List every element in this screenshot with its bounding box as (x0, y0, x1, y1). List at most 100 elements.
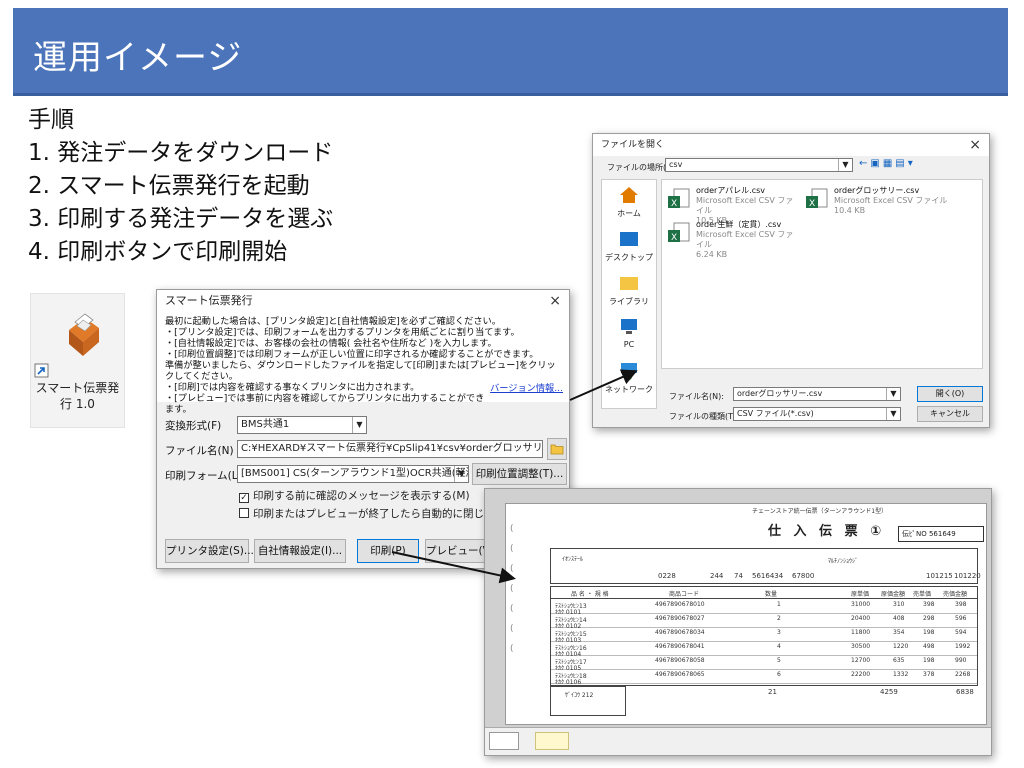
slip-row: ﾃｽﾄｼｮｳﾋﾝ16 4967890678041 4 30500 1220 498 1992… (551, 642, 977, 658)
auto-close-checkbox[interactable]: 印刷またはプレビューが終了したら自動的に閉じる(U) (239, 506, 510, 521)
preview-button[interactable]: プレビュー(V) (425, 539, 494, 563)
chevron-down-icon: ▼ (838, 159, 852, 171)
chevron-down-icon: ▼ (454, 466, 468, 482)
desktop-icon (620, 232, 638, 246)
place-library[interactable]: ライブラリ (602, 274, 656, 307)
place-desktop[interactable]: デスクトップ (602, 230, 656, 263)
notice-line: 準備が整いましたら、ダウンロードしたファイルを指定して[印刷]または[プレビュー… (165, 360, 556, 382)
file-list: X orderアパレル.csv Microsoft Excel CSV ファイル… (661, 179, 983, 369)
slip-cell-qty: 2 (777, 615, 781, 622)
notice-line: ・[プリンタ設定]では、印刷フォームを出力するプリンタを用紙ごとに割り当てます。 (165, 327, 520, 338)
slip-cell-unit: 11800 (851, 629, 871, 636)
place-pc[interactable]: PC (602, 318, 656, 349)
step-item: 4. 印刷ボタンで印刷開始 (28, 239, 288, 265)
slip-cell-code: 4967890678027 (655, 615, 705, 622)
slip-cell-price: 198 (923, 629, 935, 636)
slip-table-head: 品 名 ・ 規 格 商品コード 数量 原単価 原価金額 売単価 売価金額 (551, 587, 977, 599)
notice-line: 最初に起動した場合は、[プリンタ設定]と[自社情報設定]を必ずご確認ください。 (165, 316, 501, 327)
close-icon[interactable]: × (969, 134, 981, 156)
step-item: 3. 印刷する発注データを選ぶ (28, 206, 334, 232)
checkmark-icon: ✓ (239, 493, 249, 503)
confirm-message-checkbox[interactable]: ✓ 印刷する前に確認のメッセージを表示する(M) (239, 488, 470, 503)
slip-cell-price: 298 (923, 615, 935, 622)
total-amount: 6838 (956, 688, 974, 696)
slip-row: ﾃｽﾄｼｮｳﾋﾝ15 4967890678034 3 11800 354 198 594 ｷｶ… (551, 628, 977, 644)
slip-paper: チェーンストア統一伝票（ターンアラウンド1型） 仕 入 伝 票 ① 伝ﾋﾟNO … (505, 503, 987, 725)
printer-settings-button[interactable]: プリンタ設定(S)... (165, 539, 254, 563)
place-label: ネットワーク (605, 385, 653, 394)
slip-cell-qty: 6 (777, 671, 781, 678)
place-label: PC (623, 340, 635, 349)
date-2: 101220 (954, 572, 981, 580)
slip-cell-code: 4967890678010 (655, 601, 705, 608)
slip-cell-amount: 596 (955, 615, 967, 622)
filetype-select[interactable]: CSV ファイル(*.csv) ▼ (733, 407, 901, 421)
filename-value: C:¥HEXARD¥スマート伝票発行¥CpSlip41¥csv¥orderグロッ… (241, 443, 543, 454)
notice-line: ・[自社情報設定]では、お客様の会社の情報( 会社名や住所など )を入力します。 (165, 338, 497, 349)
file-dialog-titlebar: ファイルを開く × (593, 134, 989, 156)
excel-csv-icon: X (806, 188, 828, 209)
file-type: Microsoft Excel CSV ファイル (696, 196, 794, 215)
slip-cell-code: 4967890678058 (655, 657, 705, 664)
place-home[interactable]: ホーム (602, 186, 656, 219)
chevron-down-icon: ▼ (886, 388, 900, 400)
nav-toolbar[interactable]: ←▣▦▤▾ (859, 158, 916, 169)
slip-title: 仕 入 伝 票 ① (768, 524, 886, 539)
code-3: 74 (734, 572, 743, 580)
filename-input[interactable]: C:¥HEXARD¥スマート伝票発行¥CpSlip41¥csv¥orderグロッ… (237, 440, 543, 458)
library-icon (620, 277, 638, 290)
slip-cell-qty: 1 (777, 601, 781, 608)
slip-cell-qty: 3 (777, 629, 781, 636)
code-5: 67800 (792, 572, 815, 580)
cancel-button[interactable]: キャンセル (917, 406, 983, 422)
zoom-field[interactable] (535, 732, 569, 750)
place-network[interactable]: ネットワーク (602, 362, 656, 395)
print-form-select[interactable]: [BMS001] CS(ターンアラウンド1型)OCR共通(軽減税 ▼ (237, 465, 469, 483)
file-open-dialog: ファイルを開く × ファイルの場所(I): csv ▼ ←▣▦▤▾ ホーム デス… (592, 133, 990, 428)
dialog-title: スマート伝票発行 (165, 294, 253, 307)
file-item[interactable]: X order生鮮（定貫）.csv Microsoft Excel CSV ファ… (666, 220, 796, 260)
file-name: orderアパレル.csv (696, 186, 766, 195)
notice-line: ・[印刷位置調整]では印刷フォームが正しい位置に印字されるか確認することができま… (165, 349, 539, 360)
slide-title: 運用イメージ (33, 38, 243, 78)
chevron-down-icon: ▼ (886, 408, 900, 420)
company-info-button[interactable]: 自社情報設定(I)... (254, 539, 346, 563)
svg-text:X: X (809, 199, 815, 209)
slip-cell-amount: 1992 (955, 643, 971, 650)
location-select[interactable]: csv ▼ (665, 158, 853, 172)
supplier-name: ﾏﾙﾁﾉﾝｼｮｳｼﾞ (828, 558, 859, 565)
browse-folder-button[interactable] (547, 438, 567, 460)
close-icon[interactable]: × (549, 290, 561, 312)
format-value: BMS共通1 (241, 419, 290, 430)
desktop-app-label: スマート伝票発 行 1.0 (31, 380, 124, 412)
file-item[interactable]: X orderグロッサリー.csv Microsoft Excel CSV ファ… (804, 186, 974, 216)
print-button[interactable]: 印刷(P) (357, 539, 419, 563)
slip-col-header: 売価金額 (943, 591, 968, 598)
slip-footer-box: ｻﾞｲｺｳ 212 (550, 686, 626, 716)
confirm-message-label: 印刷する前に確認のメッセージを表示する(M) (253, 490, 470, 502)
file-size: 6.24 KB (696, 250, 728, 259)
print-position-button[interactable]: 印刷位置調整(T)... (472, 463, 567, 485)
steps-list: 手順 1. 発注データをダウンロード 2. スマート伝票発行を起動 3. 印刷す… (28, 104, 333, 269)
filetype-value: CSV ファイル(*.csv) (737, 409, 814, 418)
file-type: Microsoft Excel CSV ファイル (834, 196, 948, 205)
format-label: 変換形式(F) (165, 420, 222, 432)
slip-cell-code: 4967890678034 (655, 629, 705, 636)
open-button[interactable]: 開く(O) (917, 386, 983, 402)
filename-label: ファイル名(N): (669, 392, 724, 401)
slip-row: ﾃｽﾄｼｮｳﾋﾝ13 4967890678010 1 31000 310 398 398 ｷｶ… (551, 600, 977, 616)
notice-line: ・[プレビュー]では事前に内容を確認してからプリンタに出力することができます。 (165, 393, 485, 415)
slide-header: 運用イメージ (13, 8, 1008, 96)
desktop-app-icon[interactable]: スマート伝票発 行 1.0 (30, 293, 125, 428)
slip-cell-code: 4967890678041 (655, 643, 705, 650)
file-size: 10.4 KB (834, 206, 866, 215)
slip-preview-window: チェーンストア統一伝票（ターンアラウンド1型） 仕 入 伝 票 ① 伝ﾋﾟNO … (484, 488, 992, 756)
code-2: 244 (710, 572, 724, 580)
slip-col-header: 商品コード (669, 591, 700, 598)
format-select[interactable]: BMS共通1 ▼ (237, 416, 367, 434)
page-nav-control[interactable] (489, 732, 519, 750)
version-info-link[interactable]: バージョン情報... (490, 383, 563, 394)
filename-field[interactable]: orderグロッサリー.csv ▼ (733, 387, 901, 401)
slip-col-header: 原単価 (851, 591, 870, 598)
slip-row: ﾃｽﾄｼｮｳﾋﾝ14 4967890678027 2 20400 408 298 596 ｷｶ… (551, 614, 977, 630)
